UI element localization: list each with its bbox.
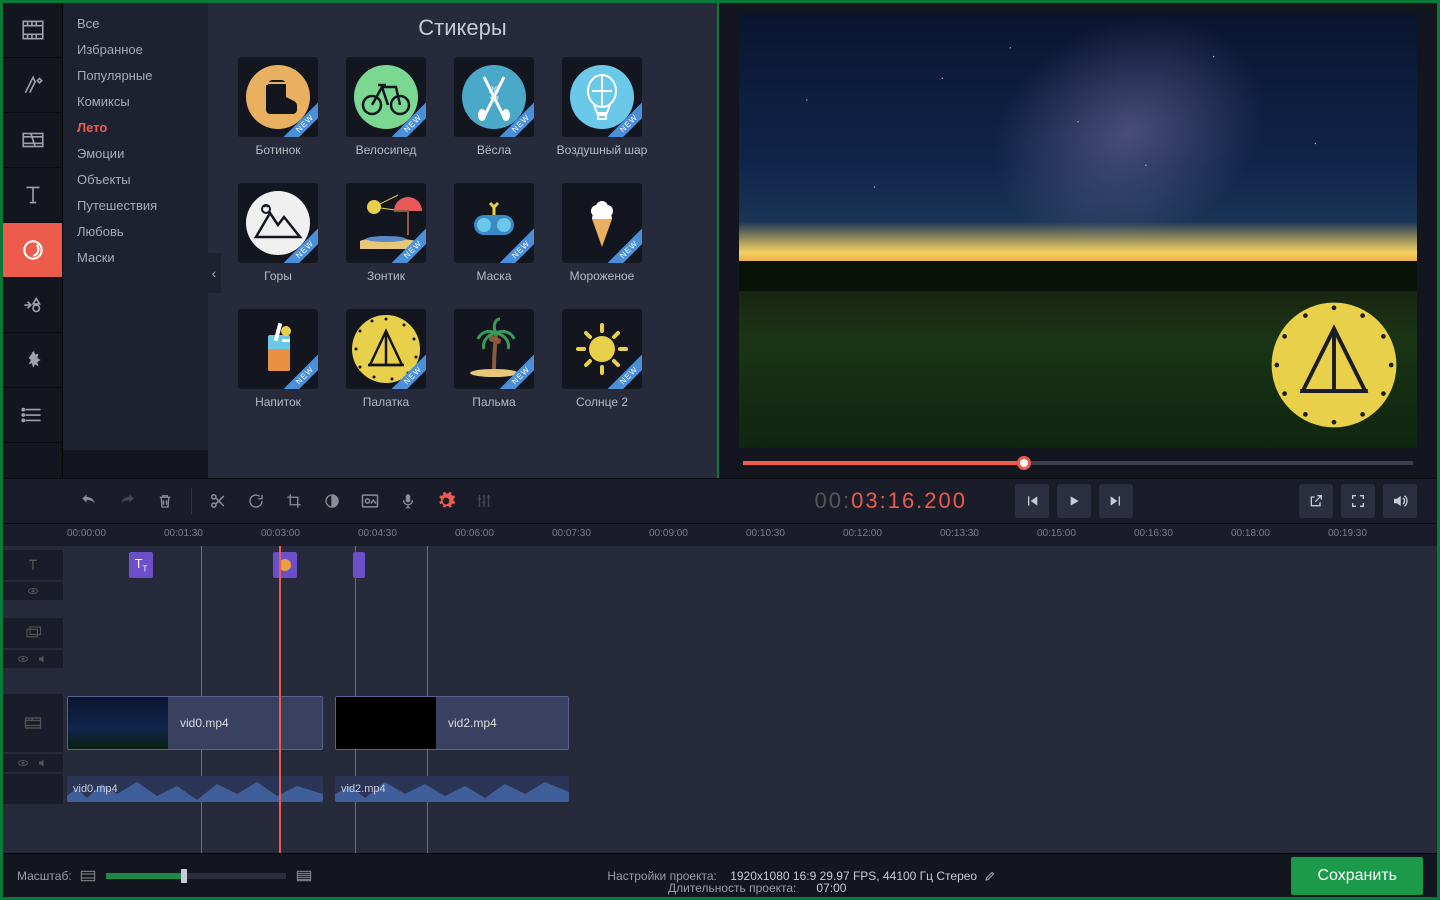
category-item[interactable]: Эмоции — [63, 141, 208, 167]
rotate-button[interactable] — [238, 483, 274, 519]
preview-scrubber[interactable] — [739, 448, 1417, 478]
zoom-slider[interactable] — [106, 873, 286, 879]
category-item[interactable]: Комиксы — [63, 89, 208, 115]
media-tool[interactable] — [3, 3, 62, 58]
audio-clip-0[interactable]: vid0.mp4 — [67, 776, 323, 802]
settings-button[interactable] — [428, 483, 464, 519]
playhead[interactable] — [279, 546, 281, 853]
mid-toolbar: 00:03:16.200 — [3, 478, 1437, 524]
collapse-panel-button[interactable]: ‹ — [207, 253, 221, 293]
sticker-item[interactable]: NEWПалатка — [336, 309, 436, 409]
stickers-tool[interactable] — [3, 223, 62, 278]
crop-button[interactable] — [276, 483, 312, 519]
sticker-item[interactable]: NEWБотинок — [228, 57, 328, 157]
sticker-item[interactable]: NEWМаска — [444, 183, 544, 283]
play-button[interactable] — [1057, 484, 1091, 518]
titles-tool[interactable] — [3, 168, 62, 223]
sticker-clip[interactable] — [273, 552, 297, 578]
sticker-item[interactable]: NEWНапиток — [228, 309, 328, 409]
category-item[interactable]: Все — [63, 11, 208, 37]
sticker-item[interactable]: NEWГоры — [228, 183, 328, 283]
sticker-item[interactable]: 2017NEWВёсла — [444, 57, 544, 157]
overlay-track-header[interactable] — [3, 618, 63, 648]
transitions-tool[interactable] — [3, 113, 62, 168]
mute-icon[interactable] — [37, 757, 49, 769]
category-search[interactable]: ✕ — [63, 450, 208, 478]
callouts-tool[interactable] — [3, 278, 62, 333]
preview-canvas[interactable] — [739, 13, 1417, 448]
category-item[interactable]: Избранное — [63, 37, 208, 63]
redo-button[interactable] — [109, 483, 145, 519]
category-item[interactable]: Объекты — [63, 167, 208, 193]
category-item[interactable]: Лето — [63, 115, 208, 141]
video-track-header[interactable] — [3, 694, 63, 752]
sticker-item[interactable]: NEWЗонтик — [336, 183, 436, 283]
project-duration-label: Длительность проекта: — [668, 881, 796, 895]
left-toolbar — [3, 3, 63, 478]
zoom-in-icon[interactable] — [296, 870, 312, 882]
color-adjust-button[interactable] — [314, 483, 350, 519]
timeline-ruler[interactable]: 00:00:0000:01:3000:03:0000:04:3000:06:00… — [3, 524, 1437, 546]
project-duration-value: 07:00 — [816, 881, 846, 895]
prev-frame-button[interactable] — [1015, 484, 1049, 518]
preview-sticker-tent — [1269, 300, 1399, 430]
video-clip-0[interactable]: vid0.mp4 — [67, 696, 323, 750]
animation-tool[interactable] — [3, 333, 62, 388]
title-track-header[interactable] — [3, 550, 63, 580]
category-item[interactable]: Маски — [63, 245, 208, 271]
category-item[interactable]: Популярные — [63, 63, 208, 89]
delete-button[interactable] — [147, 483, 183, 519]
title-clip[interactable] — [353, 552, 365, 578]
timecode-display: 00:03:16.200 — [815, 488, 967, 515]
sticker-item[interactable]: NEWВелосипед — [336, 57, 436, 157]
mute-icon[interactable] — [37, 653, 49, 665]
sticker-panel: ‹ Стикеры NEWБотинокNEWВелосипед2017NEWВ… — [208, 3, 717, 478]
visibility-icon[interactable] — [17, 653, 29, 665]
svg-text:20: 20 — [489, 85, 499, 95]
zoom-label: Масштаб: — [17, 869, 72, 883]
record-audio-button[interactable] — [390, 483, 426, 519]
category-column: ВсеИзбранноеПопулярныеКомиксыЛетоЭмоцииО… — [63, 3, 208, 478]
zoom-out-icon[interactable] — [80, 870, 96, 882]
fullscreen-button[interactable] — [1341, 484, 1375, 518]
popout-button[interactable] — [1299, 484, 1333, 518]
category-item[interactable]: Путешествия — [63, 193, 208, 219]
sticker-item[interactable]: NEWСолнце 2 — [552, 309, 652, 409]
search-input[interactable] — [71, 457, 226, 471]
visibility-icon[interactable] — [27, 585, 39, 597]
undo-button[interactable] — [71, 483, 107, 519]
sticker-item[interactable]: NEWВоздушный шар — [552, 57, 652, 157]
sticker-item[interactable]: NEWПальма — [444, 309, 544, 409]
sticker-item[interactable]: NEWМороженое — [552, 183, 652, 283]
category-item[interactable]: Любовь — [63, 219, 208, 245]
video-clip-2[interactable]: vid2.mp4 — [335, 696, 569, 750]
more-tool[interactable] — [3, 388, 62, 443]
visibility-icon[interactable] — [17, 757, 29, 769]
preview-panel — [717, 3, 1437, 478]
clip-properties-button[interactable] — [352, 483, 388, 519]
equalizer-button[interactable] — [466, 483, 502, 519]
audio-clip-2[interactable]: vid2.mp4 — [335, 776, 569, 802]
title-clip[interactable]: TT — [129, 552, 153, 578]
volume-button[interactable] — [1383, 484, 1417, 518]
svg-text:17: 17 — [489, 95, 499, 105]
split-button[interactable] — [200, 483, 236, 519]
next-frame-button[interactable] — [1099, 484, 1133, 518]
filters-tool[interactable] — [3, 58, 62, 113]
edit-icon[interactable] — [984, 870, 996, 882]
panel-title: Стикеры — [208, 3, 717, 47]
save-button[interactable]: Сохранить — [1291, 857, 1423, 895]
timeline[interactable]: TT vid0.mp4 vid2.mp4 vid0.mp4 vid2.mp4 — [3, 546, 1437, 853]
